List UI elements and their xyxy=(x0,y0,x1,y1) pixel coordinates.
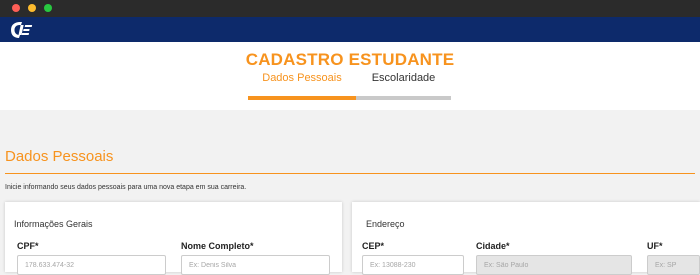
minimize-window-icon[interactable] xyxy=(28,4,36,12)
page-title: CADASTRO ESTUDANTE xyxy=(245,50,455,69)
uf-label: UF* xyxy=(647,241,663,251)
ciee-logo-icon[interactable] xyxy=(7,21,35,39)
window-titlebar xyxy=(0,0,700,17)
section-title: Dados Pessoais xyxy=(5,148,114,165)
form-content: Dados Pessoais Inicie informando seus da… xyxy=(0,110,700,275)
address-title: Endereço xyxy=(366,219,405,229)
cep-label: CEP* xyxy=(362,241,385,251)
maximize-window-icon[interactable] xyxy=(44,4,52,12)
step-progress-remaining xyxy=(356,96,451,100)
city-label: Cidade* xyxy=(476,241,510,251)
full-name-input[interactable] xyxy=(181,255,330,275)
section-intro: Inicie informando seus dados pessoais pa… xyxy=(5,184,247,191)
general-info-title: Informações Gerais xyxy=(14,219,93,229)
cpf-label: CPF* xyxy=(17,241,39,251)
step-progress-active xyxy=(248,96,356,100)
top-navbar xyxy=(0,17,700,42)
general-info-card: Informações Gerais CPF* Nome Completo* xyxy=(5,202,342,275)
section-divider xyxy=(5,173,695,174)
cep-input[interactable] xyxy=(362,255,464,275)
step-dados-pessoais[interactable]: Dados Pessoais xyxy=(248,72,356,84)
close-window-icon[interactable] xyxy=(12,4,20,12)
uf-input[interactable] xyxy=(647,255,700,275)
city-input[interactable] xyxy=(476,255,632,275)
registration-header: CADASTRO ESTUDANTE Dados Pessoais Escola… xyxy=(0,42,700,110)
address-card: Endereço CEP* Cidade* UF* xyxy=(352,202,700,275)
full-name-label: Nome Completo* xyxy=(181,241,254,251)
cpf-input[interactable] xyxy=(17,255,166,275)
step-escolaridade[interactable]: Escolaridade xyxy=(357,72,450,84)
